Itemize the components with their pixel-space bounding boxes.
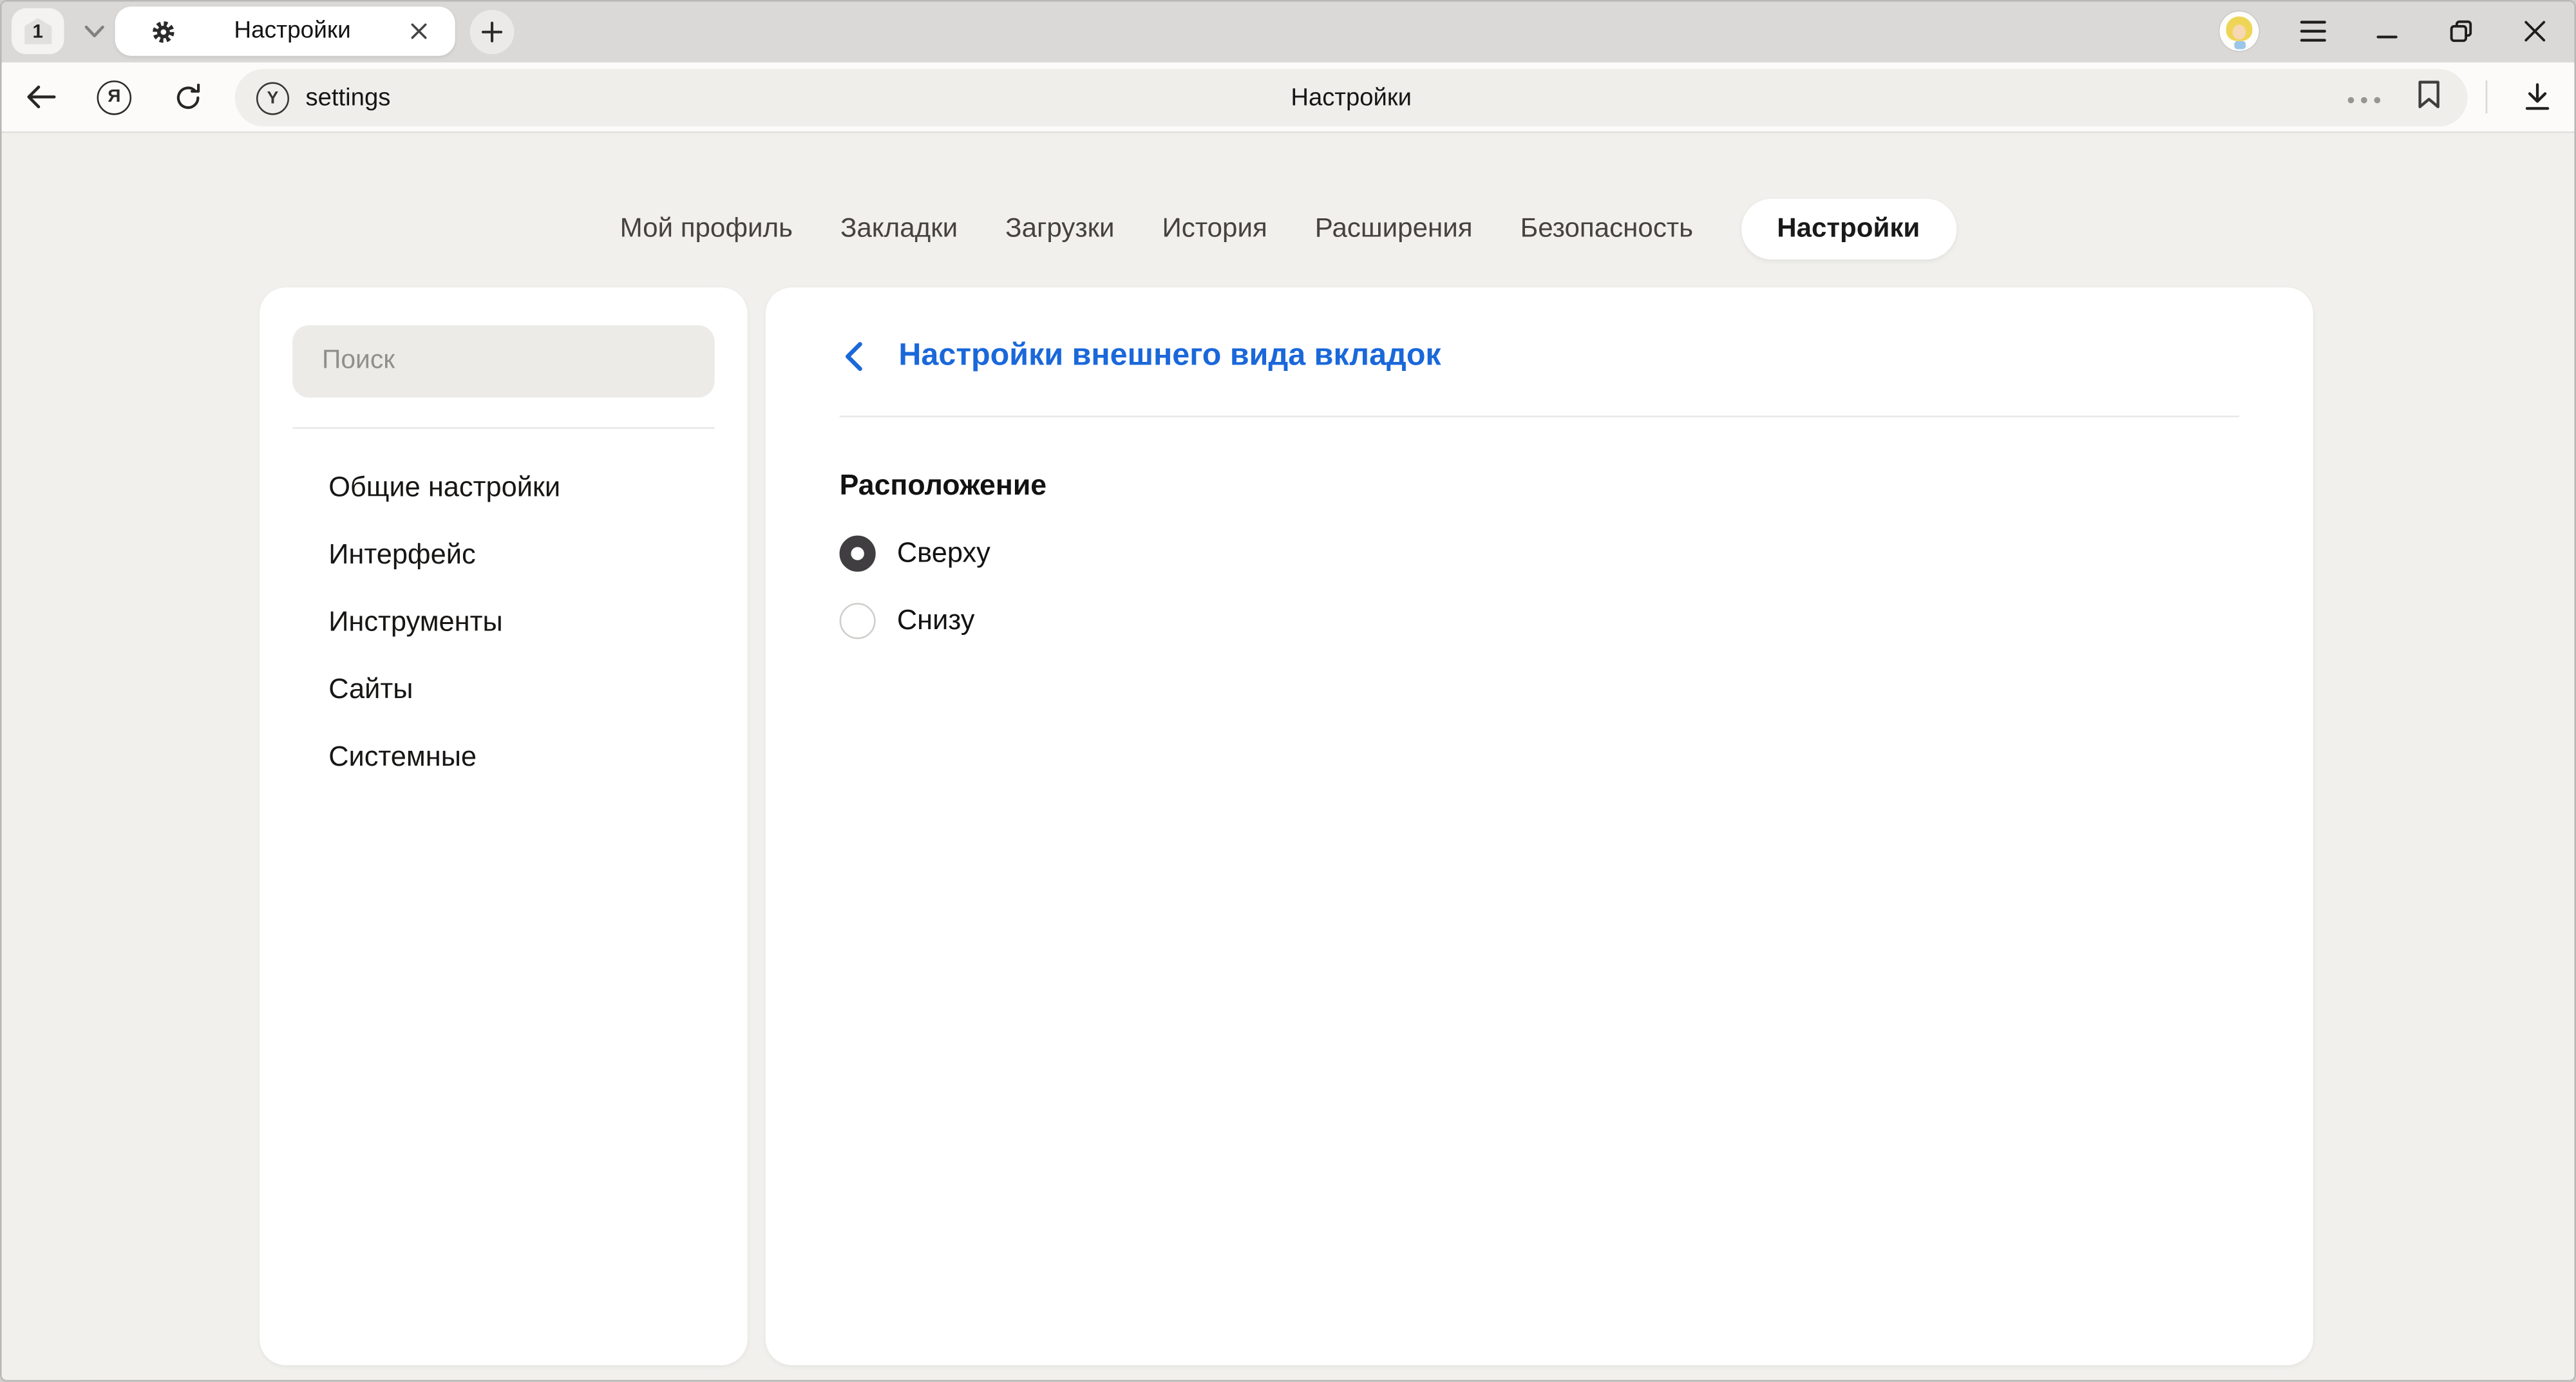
sidebar-item-system[interactable]: Системные xyxy=(260,723,748,790)
refresh-icon xyxy=(173,81,204,112)
nav-tab-profile[interactable]: Мой профиль xyxy=(620,213,793,243)
radio-unselected-icon[interactable] xyxy=(840,603,876,639)
minimize-button[interactable] xyxy=(2349,0,2423,62)
window-close-button[interactable] xyxy=(2497,0,2571,62)
nav-tab-bookmarks[interactable]: Закладки xyxy=(840,213,958,243)
window-close-icon xyxy=(2523,20,2546,43)
sidebar-item-interface[interactable]: Интерфейс xyxy=(260,521,748,589)
sidebar-item-general[interactable]: Общие настройки xyxy=(260,453,748,521)
gear-icon xyxy=(151,19,176,43)
sidebar-list: Общие настройки Интерфейс Инструменты Са… xyxy=(260,453,748,790)
tab-close-icon[interactable] xyxy=(409,21,429,41)
yandex-logo-icon: Я xyxy=(97,80,132,115)
tab-title: Настройки xyxy=(176,18,409,44)
back-icon xyxy=(24,84,57,110)
tab-group-button[interactable]: 1 xyxy=(12,8,64,54)
section-heading: Расположение xyxy=(840,468,2313,503)
nav-tab-history[interactable]: История xyxy=(1162,213,1267,243)
sidebar-search[interactable] xyxy=(292,325,715,397)
sidebar-item-sites[interactable]: Сайты xyxy=(260,656,748,723)
nav-tab-security[interactable]: Безопасность xyxy=(1520,213,1694,243)
refresh-button[interactable] xyxy=(151,62,225,131)
nav-tab-extensions[interactable]: Расширения xyxy=(1315,213,1473,243)
minimize-icon xyxy=(2374,20,2398,43)
panel-divider xyxy=(840,415,2239,417)
window-tab-bar: 1 Настройки xyxy=(0,0,2576,62)
bookmark-button[interactable] xyxy=(2417,79,2441,117)
tab-group-count: 1 xyxy=(33,23,43,43)
radio-option-bottom[interactable]: Снизу xyxy=(840,603,2313,639)
restore-icon xyxy=(2447,18,2474,44)
sidebar-item-tools[interactable]: Инструменты xyxy=(260,588,748,656)
window-controls xyxy=(2201,0,2571,62)
browser-window: 1 Настройки xyxy=(0,0,2576,1382)
url-text: settings xyxy=(305,84,390,111)
panel-back-button[interactable] xyxy=(840,340,866,373)
page-title: Настройки xyxy=(235,84,2468,111)
radio-label: Снизу xyxy=(897,605,975,638)
sidebar-divider xyxy=(292,427,715,429)
browser-menu-button[interactable] xyxy=(2275,0,2349,62)
new-tab-button[interactable] xyxy=(470,10,515,54)
search-input[interactable] xyxy=(292,346,715,376)
browser-tab-settings[interactable]: Настройки xyxy=(115,6,455,56)
ellipsis-icon xyxy=(2346,95,2382,104)
settings-panel: Настройки внешнего вида вкладок Располож… xyxy=(766,287,2313,1365)
address-toolbar: Я Y settings Настройки xyxy=(0,62,2576,133)
tab-list-dropdown-button[interactable] xyxy=(74,8,113,54)
nav-tab-settings[interactable]: Настройки xyxy=(1741,198,1956,258)
plus-icon xyxy=(481,21,502,43)
avatar xyxy=(2219,12,2258,51)
radio-label: Сверху xyxy=(897,537,990,570)
yandex-home-button[interactable]: Я xyxy=(77,62,151,131)
panel-title: Настройки внешнего вида вкладок xyxy=(898,339,1441,375)
chevron-down-icon xyxy=(83,24,104,39)
settings-nav: Мой профиль Закладки Загрузки История Ра… xyxy=(0,197,2576,260)
tab-group-badge: 1 xyxy=(24,18,52,44)
downloads-button[interactable] xyxy=(2501,62,2573,131)
menu-icon xyxy=(2299,20,2325,43)
page-actions-button[interactable] xyxy=(2346,83,2382,113)
restore-button[interactable] xyxy=(2423,0,2497,62)
back-button[interactable] xyxy=(3,62,77,131)
back-chevron-icon xyxy=(844,342,862,372)
radio-option-top[interactable]: Сверху xyxy=(840,536,2313,572)
toolbar-divider xyxy=(2486,80,2488,113)
panel-header: Настройки внешнего вида вкладок xyxy=(766,287,2313,374)
settings-sidebar: Общие настройки Интерфейс Инструменты Са… xyxy=(260,287,748,1365)
radio-selected-icon[interactable] xyxy=(840,536,876,572)
address-bar[interactable]: Y settings Настройки xyxy=(235,69,2468,126)
profile-avatar-button[interactable] xyxy=(2201,0,2275,62)
download-icon xyxy=(2523,82,2550,112)
nav-tab-downloads[interactable]: Загрузки xyxy=(1005,213,1114,243)
bookmark-icon xyxy=(2417,79,2441,108)
